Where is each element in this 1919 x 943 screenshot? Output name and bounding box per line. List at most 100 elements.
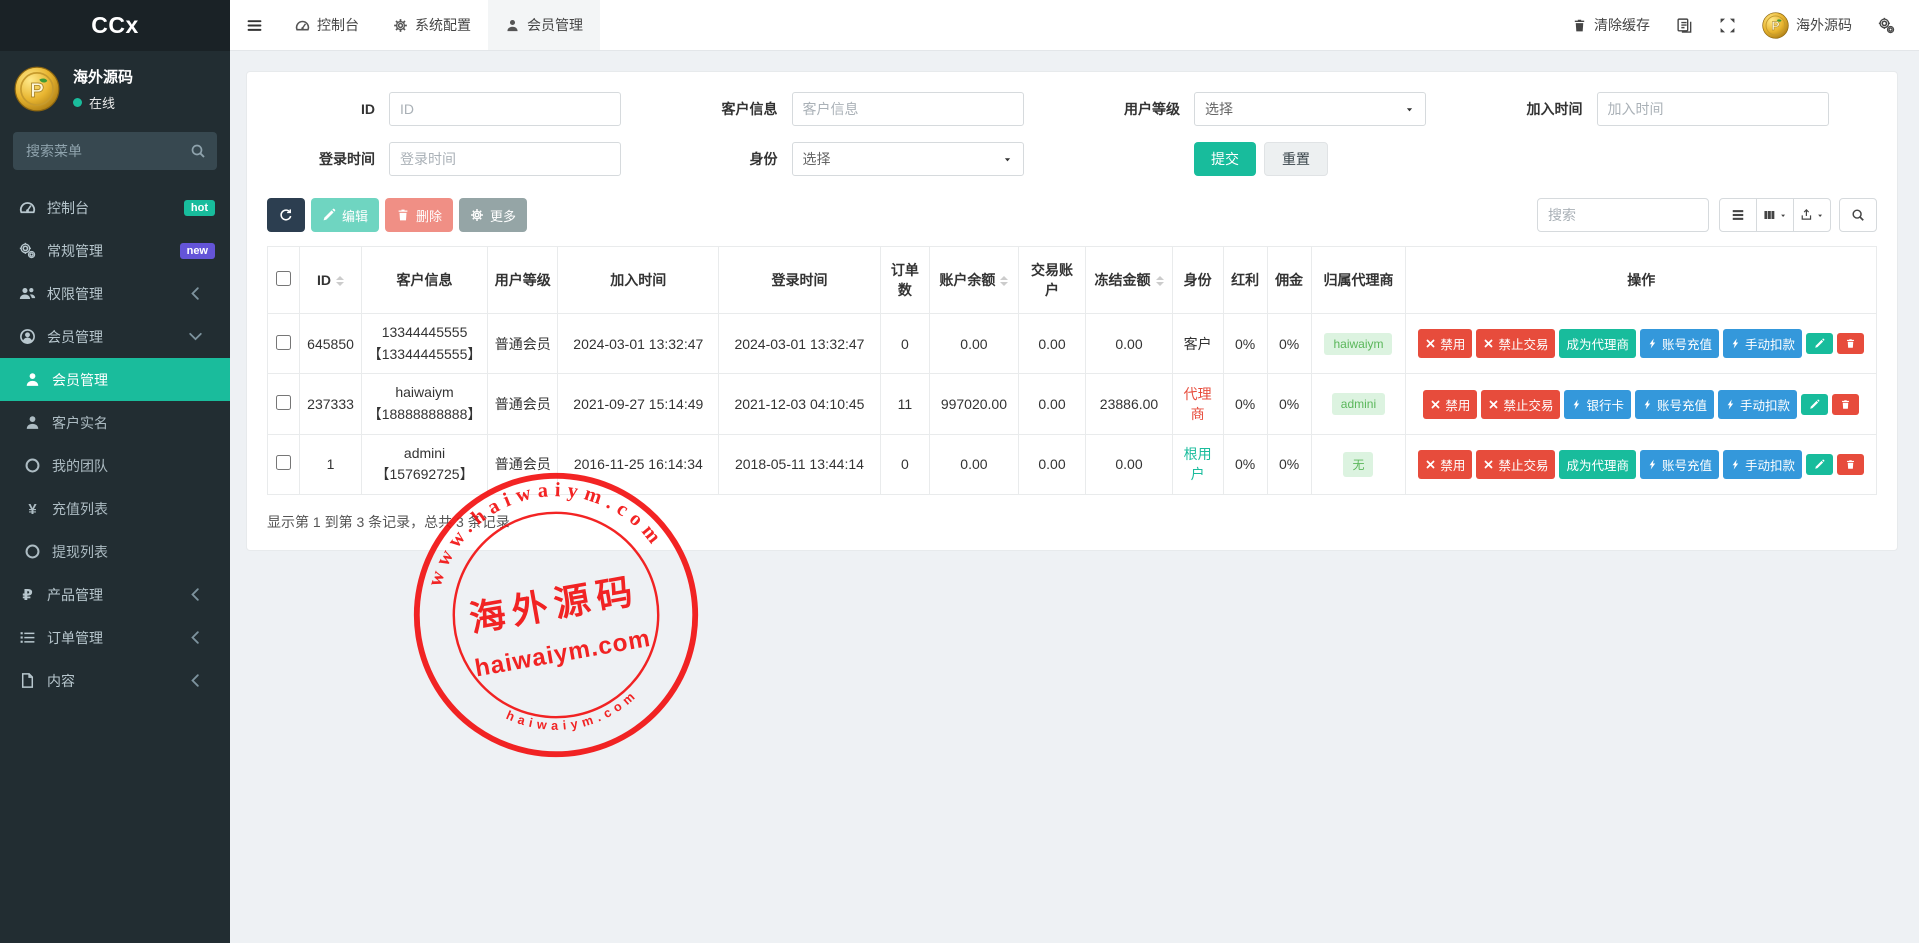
docs-icon <box>1676 17 1693 34</box>
cell-bonus: 0% <box>1223 314 1267 374</box>
edit-button[interactable]: 编辑 <box>311 198 379 232</box>
tab-2[interactable]: 会员管理 <box>488 0 600 50</box>
pencil-icon <box>322 208 336 222</box>
sidebar-item-6[interactable]: 我的团队 <box>0 444 230 487</box>
col-header-trade[interactable]: 交易账户 <box>1018 247 1086 314</box>
row-checkbox[interactable] <box>276 395 291 410</box>
top-navbar: 控制台系统配置会员管理 清除缓存 <box>230 0 1919 51</box>
clear-cache-button[interactable]: 清除缓存 <box>1572 15 1650 35</box>
sidebar-item-2[interactable]: 权限管理 <box>0 272 230 315</box>
filter-input-login-time[interactable] <box>389 142 621 176</box>
action-recharge-button[interactable]: 账号充值 <box>1635 390 1714 419</box>
action-edit-button[interactable] <box>1806 333 1833 354</box>
col-header-join_time[interactable]: 加入时间 <box>558 247 719 314</box>
action-recharge-button[interactable]: 账号充值 <box>1640 329 1719 358</box>
sidebar-item-11[interactable]: 内容 <box>0 659 230 702</box>
action-deduct-button[interactable]: 手动扣款 <box>1723 450 1802 479</box>
filter-input-client-info[interactable] <box>792 92 1024 126</box>
export-button[interactable] <box>1793 198 1831 232</box>
sidebar-item-5[interactable]: 客户实名 <box>0 401 230 444</box>
navbar-username: 海外源码 <box>1796 15 1852 35</box>
submit-button[interactable]: 提交 <box>1194 142 1256 176</box>
bolt-icon <box>1647 459 1658 470</box>
col-header-balance[interactable]: 账户余额 <box>930 247 1018 314</box>
identity-label: 根用户 <box>1184 446 1212 482</box>
filter-select-user-level[interactable]: 选择 <box>1194 92 1426 126</box>
refresh-button[interactable] <box>267 198 305 232</box>
settings-button[interactable] <box>1878 17 1895 34</box>
action-deduct-button[interactable]: 手动扣款 <box>1718 390 1797 419</box>
sidebar-item-10[interactable]: 订单管理 <box>0 616 230 659</box>
action-bank-card-button[interactable]: 银行卡 <box>1564 390 1631 419</box>
filter-input-join-time[interactable] <box>1597 92 1829 126</box>
sidebar-item-8[interactable]: 提现列表 <box>0 530 230 573</box>
col-label: 加入时间 <box>610 272 666 288</box>
user-menu[interactable]: P 海外源码 <box>1762 12 1852 39</box>
action-ban-trade-button[interactable]: 禁止交易 <box>1481 390 1560 419</box>
docs-button[interactable] <box>1676 17 1693 34</box>
action-deduct-button[interactable]: 手动扣款 <box>1723 329 1802 358</box>
sidebar-item-9[interactable]: ₽产品管理 <box>0 573 230 616</box>
col-header-id[interactable]: ID <box>300 247 361 314</box>
action-edit-button[interactable] <box>1801 394 1828 415</box>
main-area: 控制台系统配置会员管理 清除缓存 <box>230 0 1919 943</box>
col-header-frozen[interactable]: 冻结金额 <box>1086 247 1172 314</box>
sidebar-toggle-button[interactable] <box>230 0 278 50</box>
user-circle-icon <box>19 328 36 345</box>
cell-level: 普通会员 <box>488 374 558 434</box>
row-checkbox[interactable] <box>276 455 291 470</box>
chevron-left-icon <box>187 672 204 689</box>
select-all-checkbox[interactable] <box>276 271 291 286</box>
col-header-client[interactable]: 客户信息 <box>361 247 488 314</box>
view-button-group <box>1719 198 1831 232</box>
col-header-commission[interactable]: 佣金 <box>1267 247 1311 314</box>
sidebar-item-7[interactable]: ¥充值列表 <box>0 487 230 530</box>
action-ban-trade-button[interactable]: 禁止交易 <box>1476 329 1555 358</box>
columns-button[interactable] <box>1756 198 1794 232</box>
col-header-agent[interactable]: 归属代理商 <box>1311 247 1406 314</box>
col-header-login_time[interactable]: 登录时间 <box>719 247 880 314</box>
sidebar-item-4[interactable]: 会员管理 <box>0 358 230 401</box>
col-header-identity[interactable]: 身份 <box>1172 247 1223 314</box>
filter-input-id[interactable] <box>389 92 621 126</box>
watermark-arc-bottom: haiwaiym.com <box>502 685 645 743</box>
col-header-level[interactable]: 用户等级 <box>488 247 558 314</box>
action-ban-trade-button[interactable]: 禁止交易 <box>1476 450 1555 479</box>
action-delete-button[interactable] <box>1837 333 1864 354</box>
fullscreen-button[interactable] <box>1719 17 1736 34</box>
sort-icon <box>1156 276 1164 286</box>
sidebar-item-0[interactable]: 控制台hot <box>0 186 230 229</box>
action-recharge-button[interactable]: 账号充值 <box>1640 450 1719 479</box>
delete-button[interactable]: 删除 <box>385 198 453 232</box>
toggle-view-button[interactable] <box>1719 198 1757 232</box>
cell-bonus: 0% <box>1223 374 1267 434</box>
action-delete-button[interactable] <box>1832 394 1859 415</box>
caret-icon <box>1002 154 1013 165</box>
col-header-bonus[interactable]: 红利 <box>1223 247 1267 314</box>
tab-1[interactable]: 系统配置 <box>376 0 488 50</box>
sidebar-search-input[interactable] <box>13 132 217 170</box>
toggle-view-icon <box>1731 208 1745 222</box>
tab-0[interactable]: 控制台 <box>278 0 376 50</box>
col-label: 登录时间 <box>771 272 827 288</box>
row-checkbox[interactable] <box>276 335 291 350</box>
cell-frozen: 0.00 <box>1086 434 1172 494</box>
filter-select-identity[interactable]: 选择 <box>792 142 1024 176</box>
col-header-orders[interactable]: 订单数 <box>880 247 930 314</box>
more-button[interactable]: 更多 <box>459 198 527 232</box>
action-disable-button[interactable]: 禁用 <box>1418 329 1472 358</box>
col-label: 交易账户 <box>1031 262 1073 298</box>
advanced-search-button[interactable] <box>1839 198 1877 232</box>
action-disable-button[interactable]: 禁用 <box>1418 450 1472 479</box>
action-make-agent-button[interactable]: 成为代理商 <box>1559 329 1636 358</box>
reset-button[interactable]: 重置 <box>1264 142 1328 176</box>
action-make-agent-button[interactable]: 成为代理商 <box>1559 450 1636 479</box>
col-header-actions[interactable]: 操作 <box>1406 247 1877 314</box>
action-edit-button[interactable] <box>1806 454 1833 475</box>
action-delete-button[interactable] <box>1837 454 1864 475</box>
sidebar-item-1[interactable]: 常规管理new <box>0 229 230 272</box>
action-disable-button[interactable]: 禁用 <box>1423 390 1477 419</box>
sidebar-item-3[interactable]: 会员管理 <box>0 315 230 358</box>
action-label: 成为代理商 <box>1566 334 1629 353</box>
table-search-input[interactable] <box>1537 198 1709 232</box>
